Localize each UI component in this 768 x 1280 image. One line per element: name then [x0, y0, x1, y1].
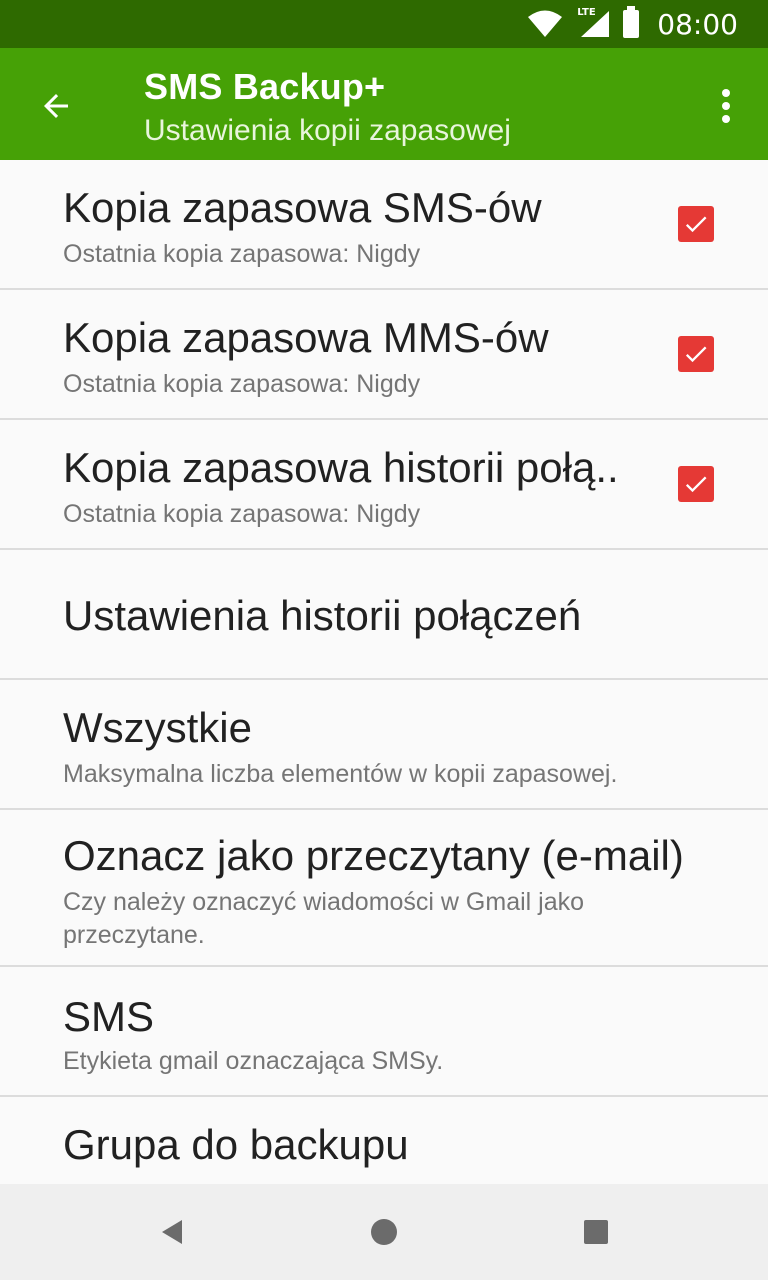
cell-signal-icon: LTE: [575, 7, 611, 39]
app-toolbar: SMS Backup+ Ustawienia kopii zapasowej: [0, 48, 768, 160]
pref-max-items[interactable]: Wszystkie Maksymalna liczba elementów w …: [0, 680, 768, 810]
pref-call-log-settings[interactable]: Ustawienia historii połączeń: [0, 550, 768, 680]
pref-title: Kopia zapasowa historii połą..: [63, 444, 619, 491]
overflow-menu-button[interactable]: [702, 78, 750, 134]
pref-title: Kopia zapasowa MMS-ów: [63, 314, 549, 361]
status-time: 08:00: [657, 7, 738, 41]
pref-backup-group[interactable]: Grupa do backupu: [0, 1097, 768, 1184]
square-recents-icon: [584, 1220, 608, 1244]
nav-back-button[interactable]: [148, 1208, 196, 1256]
pref-title: Wszystkie: [63, 704, 252, 751]
preference-list: Kopia zapasowa SMS-ów Ostatnia kopia zap…: [0, 160, 768, 1184]
wifi-icon: [528, 10, 563, 37]
pref-summary: Ostatnia kopia zapasowa: Nigdy: [63, 240, 421, 268]
toolbar-title: SMS Backup+: [144, 66, 386, 107]
pref-title: Oznacz jako przeczytany (e-mail): [63, 832, 684, 879]
backup-sms-checkbox[interactable]: [678, 206, 714, 242]
pref-summary: Etykieta gmail oznaczająca SMSy.: [63, 1047, 444, 1075]
pref-sms-label[interactable]: SMS Etykieta gmail oznaczająca SMSy.: [0, 967, 768, 1097]
arrow-back-icon: [44, 94, 68, 118]
pref-summary: Ostatnia kopia zapasowa: Nigdy: [63, 370, 421, 398]
pref-title: Ustawienia historii połączeń: [63, 592, 582, 639]
triangle-back-icon: [162, 1220, 182, 1244]
toolbar-subtitle: Ustawienia kopii zapasowej: [144, 114, 511, 147]
nav-home-button[interactable]: [360, 1208, 408, 1256]
pref-mark-as-read[interactable]: Oznacz jako przeczytany (e-mail) Czy nal…: [0, 810, 768, 967]
backup-call-log-checkbox[interactable]: [678, 466, 714, 502]
circle-home-icon: [371, 1219, 397, 1245]
back-button[interactable]: [28, 78, 84, 134]
check-icon: [685, 216, 707, 233]
pref-summary: Czy należy oznaczyć wiadomości w Gmail j…: [63, 888, 585, 949]
pref-title: Kopia zapasowa SMS-ów: [63, 184, 542, 231]
status-icons: LTE 08:00: [527, 0, 738, 48]
battery-icon: [623, 6, 640, 38]
backup-mms-checkbox[interactable]: [678, 336, 714, 372]
status-bar: LTE 08:00: [0, 0, 768, 48]
pref-title: Grupa do backupu: [63, 1121, 409, 1168]
pref-summary: Maksymalna liczba elementów w kopii zapa…: [63, 760, 618, 788]
pref-backup-call-log[interactable]: Kopia zapasowa historii połą.. Ostatnia …: [0, 420, 768, 550]
check-icon: [685, 476, 707, 493]
nav-recents-button[interactable]: [572, 1208, 620, 1256]
pref-backup-mms[interactable]: Kopia zapasowa MMS-ów Ostatnia kopia zap…: [0, 290, 768, 420]
pref-summary: Ostatnia kopia zapasowa: Nigdy: [63, 500, 421, 528]
pref-backup-sms[interactable]: Kopia zapasowa SMS-ów Ostatnia kopia zap…: [0, 160, 768, 290]
pref-title: SMS: [63, 993, 155, 1040]
check-icon: [685, 346, 707, 363]
navigation-bar: [0, 1184, 768, 1280]
more-vert-icon: [722, 89, 730, 123]
